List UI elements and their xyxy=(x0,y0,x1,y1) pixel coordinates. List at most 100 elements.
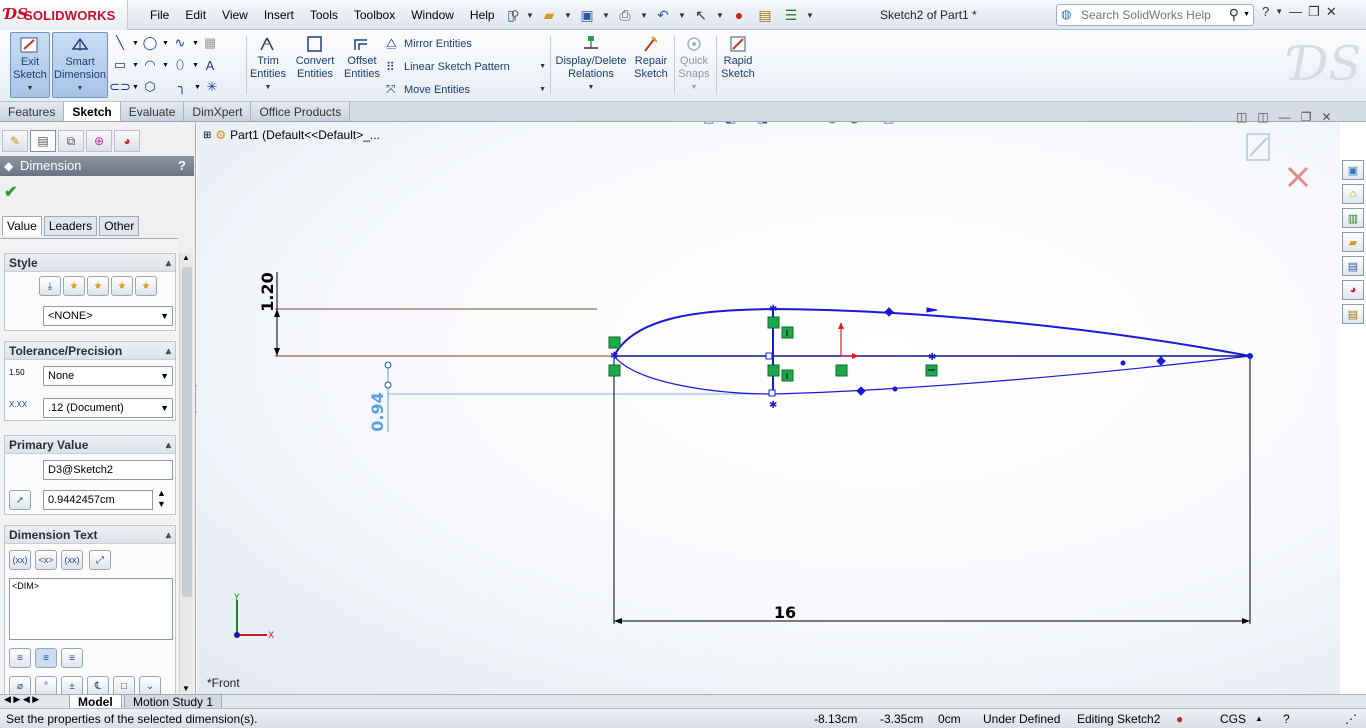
undo-dropdown-icon[interactable]: ▼ xyxy=(678,5,686,25)
minimize-icon[interactable]: — xyxy=(1289,4,1302,20)
coincident-relation-icon[interactable] xyxy=(835,364,848,377)
tab-value[interactable]: Value xyxy=(2,216,42,236)
align-center-icon[interactable]: ≡ xyxy=(35,648,57,668)
display-manager-tab-icon[interactable]: ◕ xyxy=(114,130,140,152)
menu-insert[interactable]: Insert xyxy=(256,8,302,22)
spline-handle[interactable] xyxy=(884,307,894,317)
ellipse-dropdown-icon[interactable]: ▼ xyxy=(192,62,199,69)
previous-view-icon[interactable]: ⤺ xyxy=(681,122,694,125)
property-manager-tab-icon[interactable]: ▤ xyxy=(30,130,56,152)
collapse-icon[interactable]: ⩓ xyxy=(166,254,171,272)
search-dropdown-icon[interactable]: ▼ xyxy=(1243,11,1250,18)
repair-sketch-button[interactable]: Repair Sketch xyxy=(632,32,670,98)
pattern-dropdown-icon[interactable]: ▼ xyxy=(539,63,546,70)
quick-snaps-dropdown-icon[interactable]: ▼ xyxy=(676,81,712,94)
display-style-icon[interactable]: ◨ xyxy=(757,122,768,125)
tab-dimxpert[interactable]: DimXpert xyxy=(184,102,252,121)
scroll-down-icon[interactable]: ▼ xyxy=(182,684,190,693)
dimension-value-1-20[interactable]: 1.20 xyxy=(258,272,277,311)
degree-symbol-icon[interactable]: ° xyxy=(35,676,57,694)
resize-grip-icon[interactable]: ⋰ xyxy=(1345,709,1357,728)
sketch-point[interactable] xyxy=(768,389,776,397)
design-library-icon[interactable]: ▥ xyxy=(1342,208,1364,228)
exit-sketch-button[interactable]: Exit Sketch ▼ xyxy=(10,32,50,98)
help-dropdown-icon[interactable]: ▼ xyxy=(1275,4,1283,20)
primary-value-group-header[interactable]: Primary Value ⩓ xyxy=(5,436,175,454)
menu-view[interactable]: View xyxy=(214,8,256,22)
dimension-name-field[interactable]: D3@Sketch2 xyxy=(43,460,173,480)
dimension-text-area[interactable]: <DIM> xyxy=(9,578,173,640)
grid-icon[interactable]: ▦ xyxy=(202,35,218,51)
arc-icon[interactable]: ◠ xyxy=(142,57,158,73)
open-folder-icon[interactable]: ▰ xyxy=(538,5,560,25)
align-right-icon[interactable]: ≡ xyxy=(61,648,83,668)
coincident-relation-icon[interactable] xyxy=(608,336,621,349)
style-select[interactable]: <NONE> ▼ xyxy=(43,306,173,326)
select-dropdown-icon[interactable]: ▼ xyxy=(716,5,724,25)
file-explorer-icon[interactable]: ▰ xyxy=(1342,232,1364,252)
open-dropdown-icon[interactable]: ▼ xyxy=(564,5,572,25)
text-icon[interactable]: A xyxy=(202,57,218,73)
options-dropdown-icon[interactable]: ▼ xyxy=(806,5,814,25)
tab-leaders[interactable]: Leaders xyxy=(43,216,98,236)
menu-toolbox[interactable]: Toolbox xyxy=(346,8,403,22)
exit-sketch-corner-icon[interactable] xyxy=(1246,133,1270,161)
relations-dropdown-icon[interactable]: ▼ xyxy=(554,81,628,94)
spline-handle-end[interactable] xyxy=(892,386,898,392)
tab-features[interactable]: Features xyxy=(0,102,65,121)
offset-entities-button[interactable]: Offset Entities xyxy=(342,32,382,98)
cancel-corner-icon[interactable] xyxy=(1287,166,1309,188)
dimension-value-field[interactable]: 0.9442457cm xyxy=(43,490,153,510)
solidworks-resources-icon[interactable]: ▣ xyxy=(1342,160,1364,180)
menu-help[interactable]: Help xyxy=(462,8,503,22)
slot-dropdown-icon[interactable]: ▼ xyxy=(132,84,139,91)
tab-sketch[interactable]: Sketch xyxy=(64,102,121,121)
convert-entities-button[interactable]: Convert Entities xyxy=(292,32,338,98)
tolerance-type-select[interactable]: None ▼ xyxy=(43,366,173,386)
style-group-header[interactable]: Style ⩓ xyxy=(5,254,175,272)
spline-handle[interactable] xyxy=(1156,356,1166,366)
graphics-area[interactable]: ⊞ ⚙ Part1 (Default<<Default>_... ⊕ ⊕ ⤺ ▣… xyxy=(197,122,1340,694)
menu-window[interactable]: Window xyxy=(403,8,462,22)
tab-motion-study-1[interactable]: Motion Study 1 xyxy=(124,694,223,709)
slot-icon[interactable]: ⊂⊃ xyxy=(109,79,131,95)
graphics-close-icon[interactable]: ✕ xyxy=(1321,110,1331,124)
help-search-input[interactable] xyxy=(1081,8,1231,22)
menu-edit[interactable]: Edit xyxy=(177,8,214,22)
upper-surface-spline[interactable] xyxy=(613,307,1251,357)
property-manager-scrollbar[interactable]: ▲ ▼ xyxy=(179,253,193,693)
trim-entities-button[interactable]: Trim Entities ▼ xyxy=(248,32,288,98)
spline-handle-end[interactable] xyxy=(1120,360,1126,366)
zoom-to-area-icon[interactable]: ⊕ xyxy=(659,122,669,125)
print-icon[interactable]: ⎙ xyxy=(614,5,636,25)
ellipse-icon[interactable]: ⬯ xyxy=(172,57,188,73)
tile-left-icon[interactable]: ◫ xyxy=(1236,110,1247,124)
undo-icon[interactable]: ↶ xyxy=(652,5,674,25)
options-icon[interactable]: ☰ xyxy=(780,5,802,25)
rebuild-traffic-light-icon[interactable]: ● xyxy=(728,5,750,25)
arc-dropdown-icon[interactable]: ▼ xyxy=(162,62,169,69)
tile-right-icon[interactable]: ◫ xyxy=(1257,110,1268,124)
sketch-point[interactable] xyxy=(765,352,773,360)
point-icon[interactable]: ✳ xyxy=(204,79,220,95)
file-properties-icon[interactable]: ▤ xyxy=(754,5,776,25)
delete-style-icon[interactable]: ★ xyxy=(87,276,109,296)
spline-handle-arrow[interactable] xyxy=(926,307,938,313)
view-palette-icon[interactable]: ▤ xyxy=(1342,256,1364,276)
select-cursor-icon[interactable]: ↖ xyxy=(690,5,712,25)
precision-select[interactable]: .12 (Document) ▼ xyxy=(43,398,173,418)
dimension-0-94-selected[interactable]: 0.94 xyxy=(368,361,771,432)
dimension-text-group-header[interactable]: Dimension Text ⩓ xyxy=(5,526,175,544)
exit-sketch-dropdown-icon[interactable]: ▼ xyxy=(11,82,49,95)
coincident-relation-icon[interactable] xyxy=(767,316,780,329)
spline-handle[interactable] xyxy=(856,386,866,396)
hide-show-items-icon[interactable]: ⊚ xyxy=(793,122,803,125)
line-icon[interactable]: ╲ xyxy=(112,35,128,51)
menu-file[interactable]: File xyxy=(142,8,177,22)
edit-appearance-icon[interactable]: ● xyxy=(827,122,837,125)
polygon-icon[interactable]: ⬡ xyxy=(142,79,158,95)
tab-office-products[interactable]: Office Products xyxy=(251,102,351,121)
save-style-icon[interactable]: ★ xyxy=(111,276,133,296)
coincident-relation-icon[interactable] xyxy=(608,364,621,377)
close-icon[interactable]: ✕ xyxy=(1326,4,1337,20)
